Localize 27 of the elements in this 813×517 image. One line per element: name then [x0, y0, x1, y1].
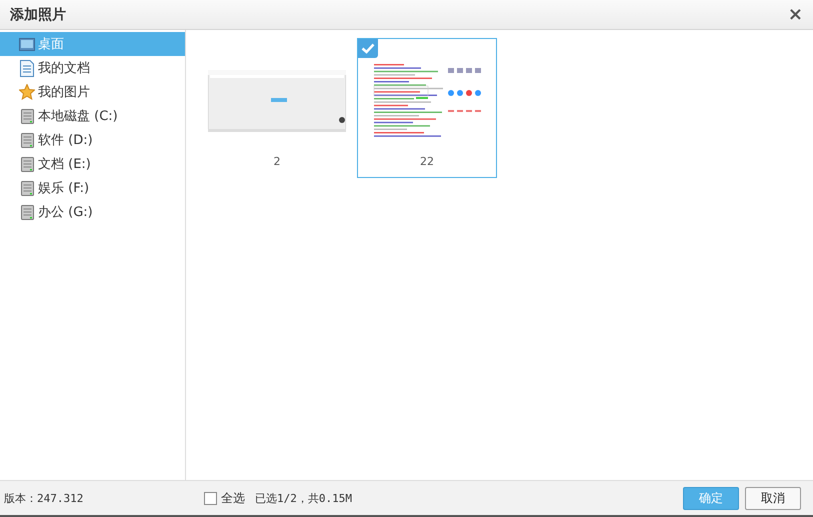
- sidebar-item[interactable]: 办公 (G:): [0, 200, 185, 224]
- drive-icon: [20, 156, 34, 172]
- photo-tile[interactable]: 2: [207, 38, 347, 178]
- selection-summary: 已选1/2，共0.15M: [255, 490, 352, 506]
- photo-tile[interactable]: 22: [357, 38, 497, 178]
- drive-icon: [20, 204, 34, 220]
- sidebar-item[interactable]: 娱乐 (F:): [0, 176, 185, 200]
- document-icon: [20, 60, 34, 76]
- checkbox[interactable]: [204, 492, 217, 504]
- drive-icon: [20, 132, 34, 148]
- drive-icon: [20, 180, 34, 196]
- sidebar-item[interactable]: 软件 (D:): [0, 128, 185, 152]
- sidebar-item[interactable]: 我的文档: [0, 56, 185, 80]
- sidebar-item[interactable]: 我的图片: [0, 80, 185, 104]
- version-label: 版本：247.312: [4, 490, 84, 506]
- close-button[interactable]: ×: [788, 4, 803, 25]
- window-title: 添加照片: [10, 6, 66, 24]
- cancel-button[interactable]: 取消: [745, 486, 801, 510]
- star-icon: [19, 84, 35, 100]
- drive-icon: [20, 108, 34, 124]
- sidebar-item[interactable]: 文档 (E:): [0, 152, 185, 176]
- sidebar-item[interactable]: 本地磁盘 (C:): [0, 104, 185, 128]
- select-all-label[interactable]: 全选: [221, 490, 245, 506]
- photo-name: 22: [420, 155, 434, 168]
- photo-name: 2: [274, 155, 280, 168]
- check-icon: [358, 39, 378, 58]
- monitor-icon: [19, 38, 35, 50]
